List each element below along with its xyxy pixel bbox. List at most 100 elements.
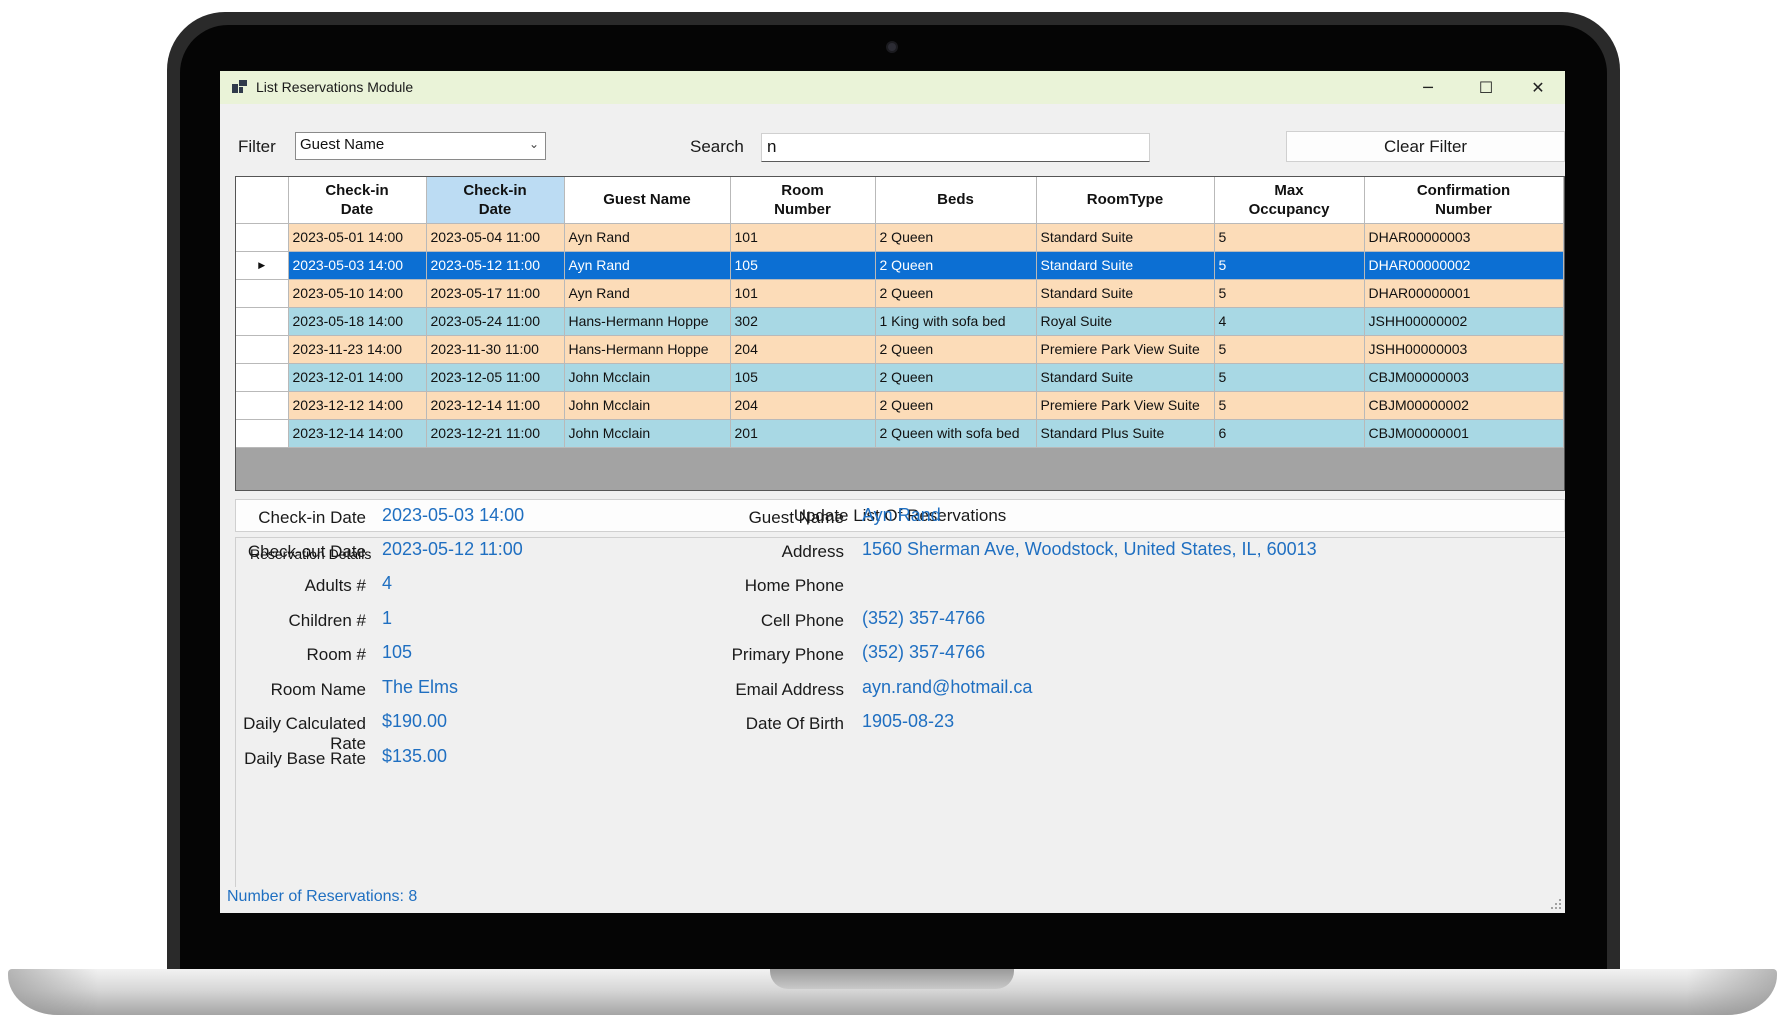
search-input[interactable]: n xyxy=(761,133,1150,162)
table-cell-checkout[interactable]: 2023-05-17 11:00 xyxy=(426,279,565,308)
row-header-corner[interactable] xyxy=(236,177,289,224)
table-cell-room[interactable]: 105 xyxy=(730,363,876,392)
table-cell-type[interactable]: Standard Plus Suite xyxy=(1036,419,1215,448)
table-cell-type[interactable]: Standard Suite xyxy=(1036,223,1215,252)
table-cell-checkout[interactable]: 2023-05-04 11:00 xyxy=(426,223,565,252)
row-header[interactable] xyxy=(236,363,289,392)
table-cell-beds[interactable]: 2 Queen xyxy=(875,223,1037,252)
table-cell-guest[interactable]: Ayn Rand xyxy=(564,223,731,252)
table-cell-room[interactable]: 204 xyxy=(730,391,876,420)
table-cell-guest[interactable]: John Mcclain xyxy=(564,363,731,392)
table-cell-checkin[interactable]: 2023-05-10 14:00 xyxy=(288,279,427,308)
table-row[interactable]: 2023-05-18 14:00 2023-05-24 11:00 Hans-Her… xyxy=(236,307,1564,336)
clear-filter-button[interactable]: Clear Filter xyxy=(1286,131,1565,162)
row-header[interactable] xyxy=(236,419,289,448)
row-header[interactable] xyxy=(236,391,289,420)
table-cell-type[interactable]: Royal Suite xyxy=(1036,307,1215,336)
table-cell-checkout[interactable]: 2023-05-12 11:00 xyxy=(426,251,565,280)
table-cell-beds[interactable]: 2 Queen xyxy=(875,251,1037,280)
table-cell-guest[interactable]: Hans-Hermann Hoppe xyxy=(564,307,731,336)
table-cell-room[interactable]: 105 xyxy=(730,251,876,280)
row-header[interactable]: ▶ xyxy=(236,251,289,280)
table-cell-beds[interactable]: 1 King with sofa bed xyxy=(875,307,1037,336)
table-cell-max[interactable]: 5 xyxy=(1214,279,1365,308)
table-cell-guest[interactable]: Ayn Rand xyxy=(564,279,731,308)
table-cell-guest[interactable]: John Mcclain xyxy=(564,391,731,420)
maximize-button[interactable]: ☐ xyxy=(1457,71,1515,104)
column-header[interactable]: Beds xyxy=(875,177,1037,224)
close-button[interactable]: ✕ xyxy=(1509,71,1565,104)
table-row[interactable]: 2023-05-01 14:00 2023-05-04 11:00 Ayn Rand… xyxy=(236,223,1564,252)
title-bar[interactable]: List Reservations Module ─ ☐ ✕ xyxy=(220,71,1565,104)
table-cell-type[interactable]: Standard Suite xyxy=(1036,251,1215,280)
table-cell-checkout[interactable]: 2023-12-14 11:00 xyxy=(426,391,565,420)
table-cell-checkout[interactable]: 2023-12-21 11:00 xyxy=(426,419,565,448)
table-cell-checkin[interactable]: 2023-12-14 14:00 xyxy=(288,419,427,448)
row-header[interactable] xyxy=(236,279,289,308)
table-cell-max[interactable]: 5 xyxy=(1214,363,1365,392)
table-cell-beds[interactable]: 2 Queen with sofa bed xyxy=(875,419,1037,448)
table-cell-beds[interactable]: 2 Queen xyxy=(875,363,1037,392)
table-cell-room[interactable]: 302 xyxy=(730,307,876,336)
column-header[interactable]: Max Occupancy xyxy=(1214,177,1365,224)
table-row[interactable]: 2023-12-12 14:00 2023-12-14 11:00 John Mcc… xyxy=(236,391,1564,420)
table-cell-conf[interactable]: DHAR00000003 xyxy=(1364,223,1564,252)
table-cell-room[interactable]: 204 xyxy=(730,335,876,364)
table-cell-type[interactable]: Premiere Park View Suite xyxy=(1036,335,1215,364)
resize-grip-icon[interactable] xyxy=(1550,898,1562,910)
table-cell-room[interactable]: 101 xyxy=(730,223,876,252)
minimize-button[interactable]: ─ xyxy=(1399,71,1457,104)
table-cell-checkin[interactable]: 2023-11-23 14:00 xyxy=(288,335,427,364)
table-cell-room[interactable]: 101 xyxy=(730,279,876,308)
table-cell-type[interactable]: Standard Suite xyxy=(1036,279,1215,308)
table-cell-conf[interactable]: JSHH00000003 xyxy=(1364,335,1564,364)
table-cell-conf[interactable]: DHAR00000002 xyxy=(1364,251,1564,280)
table-cell-room[interactable]: 201 xyxy=(730,419,876,448)
table-cell-guest[interactable]: John Mcclain xyxy=(564,419,731,448)
table-cell-conf[interactable]: CBJM00000002 xyxy=(1364,391,1564,420)
table-cell-max[interactable]: 5 xyxy=(1214,251,1365,280)
table-cell-beds[interactable]: 2 Queen xyxy=(875,279,1037,308)
column-header[interactable]: Check-in Date xyxy=(426,177,565,224)
column-header[interactable]: Confirmation Number xyxy=(1364,177,1564,224)
detail-label: Room # xyxy=(306,645,366,664)
table-row[interactable]: 2023-12-14 14:00 2023-12-21 11:00 John Mcc… xyxy=(236,419,1564,448)
table-cell-guest[interactable]: Hans-Hermann Hoppe xyxy=(564,335,731,364)
table-cell-max[interactable]: 6 xyxy=(1214,419,1365,448)
column-header[interactable]: Check-in Date xyxy=(288,177,427,224)
table-row[interactable]: 2023-12-01 14:00 2023-12-05 11:00 John Mcc… xyxy=(236,363,1564,392)
row-header[interactable] xyxy=(236,223,289,252)
table-cell-checkin[interactable]: 2023-12-01 14:00 xyxy=(288,363,427,392)
table-cell-conf[interactable]: JSHH00000002 xyxy=(1364,307,1564,336)
table-cell-conf[interactable]: CBJM00000003 xyxy=(1364,363,1564,392)
table-cell-type[interactable]: Standard Suite xyxy=(1036,363,1215,392)
table-cell-max[interactable]: 5 xyxy=(1214,223,1365,252)
table-cell-checkin[interactable]: 2023-05-03 14:00 xyxy=(288,251,427,280)
table-cell-checkout[interactable]: 2023-05-24 11:00 xyxy=(426,307,565,336)
column-header[interactable]: Room Number xyxy=(730,177,876,224)
row-header[interactable] xyxy=(236,307,289,336)
table-cell-checkin[interactable]: 2023-05-01 14:00 xyxy=(288,223,427,252)
table-cell-conf[interactable]: DHAR00000001 xyxy=(1364,279,1564,308)
row-header[interactable] xyxy=(236,335,289,364)
table-cell-type[interactable]: Premiere Park View Suite xyxy=(1036,391,1215,420)
table-row[interactable]: ▶ 2023-05-03 14:00 2023-05-12 11:00 Ayn Ran… xyxy=(236,251,1564,280)
table-cell-beds[interactable]: 2 Queen xyxy=(875,335,1037,364)
table-cell-checkout[interactable]: 2023-12-05 11:00 xyxy=(426,363,565,392)
detail-value: 1905-08-23 xyxy=(862,711,955,731)
table-cell-guest[interactable]: Ayn Rand xyxy=(564,251,731,280)
table-cell-max[interactable]: 5 xyxy=(1214,391,1365,420)
table-cell-checkout[interactable]: 2023-11-30 11:00 xyxy=(426,335,565,364)
table-cell-max[interactable]: 5 xyxy=(1214,335,1365,364)
table-cell-checkin[interactable]: 2023-12-12 14:00 xyxy=(288,391,427,420)
reservations-grid[interactable]: Check-in Date Check-in Date Guest Name Room… xyxy=(235,176,1565,491)
table-cell-beds[interactable]: 2 Queen xyxy=(875,391,1037,420)
table-cell-checkin[interactable]: 2023-05-18 14:00 xyxy=(288,307,427,336)
filter-dropdown[interactable]: Guest Name ⌄ xyxy=(295,132,546,160)
column-header[interactable]: RoomType xyxy=(1036,177,1215,224)
table-row[interactable]: 2023-11-23 14:00 2023-11-30 11:00 Hans-Her… xyxy=(236,335,1564,364)
table-row[interactable]: 2023-05-10 14:00 2023-05-17 11:00 Ayn Rand… xyxy=(236,279,1564,308)
table-cell-conf[interactable]: CBJM00000001 xyxy=(1364,419,1564,448)
column-header[interactable]: Guest Name xyxy=(564,177,731,224)
table-cell-max[interactable]: 4 xyxy=(1214,307,1365,336)
